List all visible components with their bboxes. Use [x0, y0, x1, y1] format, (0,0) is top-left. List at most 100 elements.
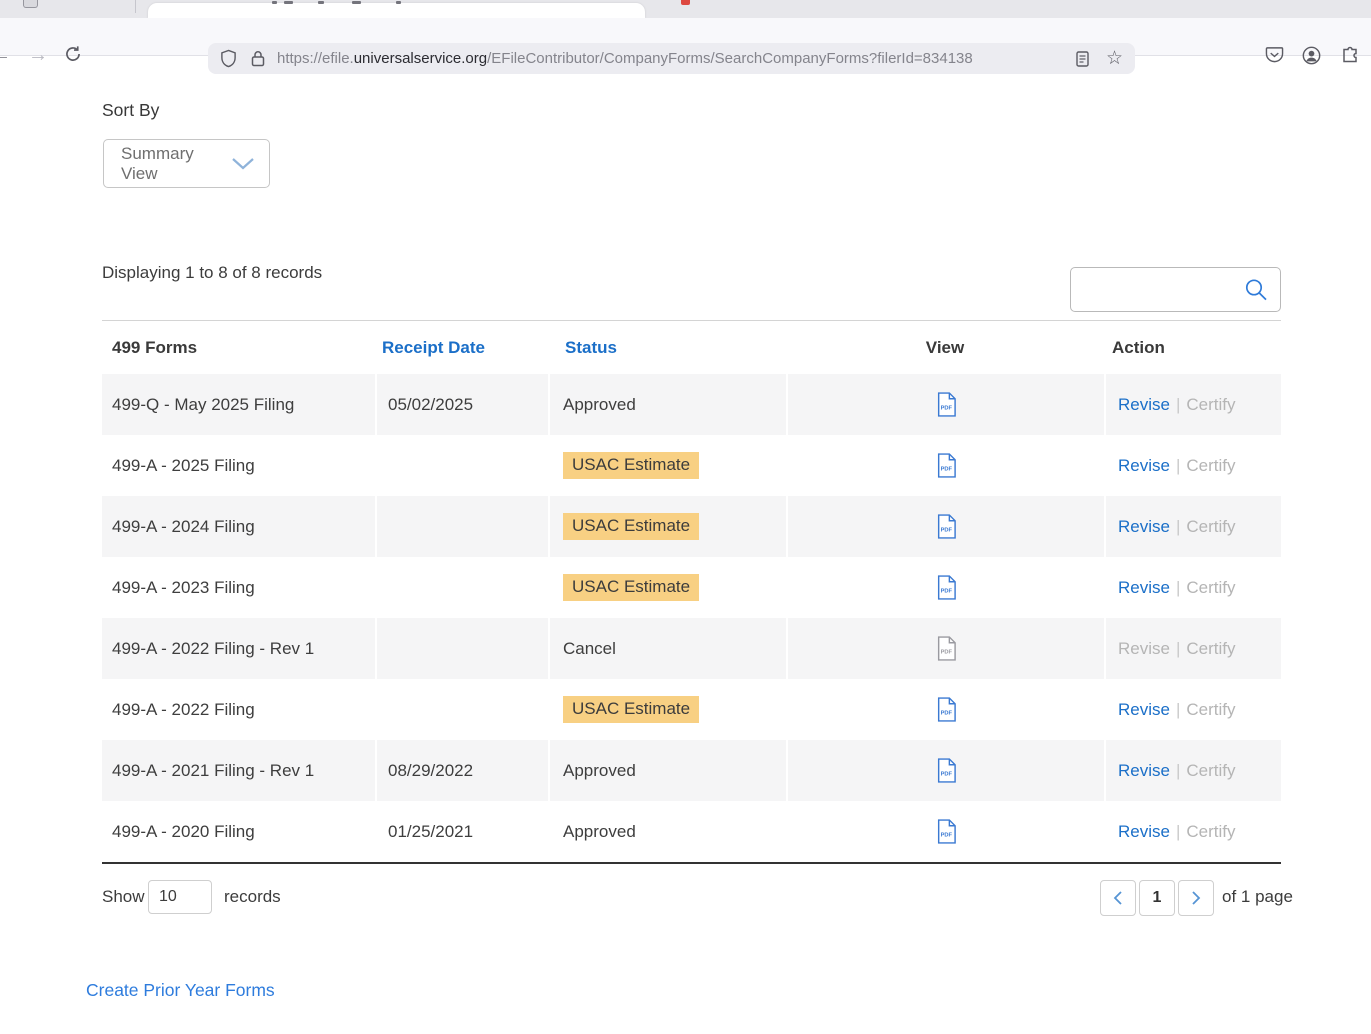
records-label: records — [224, 887, 281, 907]
forward-icon[interactable]: → — [28, 42, 48, 68]
svg-text:PDF: PDF — [940, 588, 952, 594]
svg-text:PDF: PDF — [940, 771, 952, 777]
pdf-icon[interactable]: PDF — [936, 392, 957, 417]
pdf-icon[interactable]: PDF — [936, 453, 957, 478]
tab-title-fragment — [352, 1, 361, 4]
action-separator: | — [1176, 822, 1180, 842]
action-separator: | — [1176, 517, 1180, 537]
reader-mode-icon[interactable] — [1076, 51, 1089, 67]
status-text: Cancel — [563, 639, 616, 659]
pocket-icon[interactable] — [1265, 46, 1284, 64]
header-receipt-date: Receipt Date — [375, 338, 548, 358]
page-number: 1 — [1153, 889, 1162, 907]
revise-link[interactable]: Revise — [1118, 517, 1170, 537]
table-row: 499-A - 2020 Filing 01/25/2021 Approved … — [102, 801, 1281, 862]
form-name: 499-A - 2020 Filing — [102, 801, 375, 862]
certify-link[interactable]: Certify — [1186, 395, 1235, 415]
pdf-icon[interactable]: PDF — [936, 575, 957, 600]
revise-link[interactable]: Revise — [1118, 395, 1170, 415]
receipt-date-sort-link[interactable]: Receipt Date — [382, 338, 485, 358]
certify-link[interactable]: Certify — [1186, 822, 1235, 842]
revise-link[interactable]: Revise — [1118, 761, 1170, 781]
records-per-page-input[interactable] — [148, 880, 212, 914]
action-separator: | — [1176, 700, 1180, 720]
tab-title-fragment — [318, 1, 324, 4]
certify-link-disabled: Certify — [1186, 639, 1235, 659]
chevron-right-icon — [1189, 890, 1203, 906]
search-input[interactable] — [1083, 281, 1242, 299]
status-sort-link[interactable]: Status — [565, 338, 617, 358]
view-mode-value: Summary View — [121, 144, 231, 184]
navigation-toolbar: ← → https://efile.universalservice.org/E… — [0, 18, 1371, 56]
pdf-icon-disabled: PDF — [936, 636, 957, 661]
tab-favicon-fragment — [681, 0, 690, 5]
lock-icon[interactable] — [251, 50, 265, 67]
action-separator: | — [1176, 395, 1180, 415]
account-icon[interactable] — [1302, 46, 1321, 65]
header-status: Status — [548, 338, 786, 358]
certify-link[interactable]: Certify — [1186, 456, 1235, 476]
pdf-icon[interactable]: PDF — [936, 514, 957, 539]
header-view: View — [786, 338, 1104, 358]
url-bar[interactable]: https://efile.universalservice.org/EFile… — [208, 43, 1135, 74]
active-tab[interactable] — [148, 3, 645, 18]
extensions-icon[interactable] — [1341, 46, 1359, 65]
form-name: 499-A - 2022 Filing - Rev 1 — [102, 618, 375, 679]
action-separator: | — [1176, 578, 1180, 598]
table-row: 499-A - 2024 Filing USAC Estimate PDF Re… — [102, 496, 1281, 557]
certify-link[interactable]: Certify — [1186, 517, 1235, 537]
search-box — [1070, 267, 1281, 312]
status-badge: USAC Estimate — [563, 513, 699, 540]
status-text: Approved — [563, 395, 636, 415]
revise-link[interactable]: Revise — [1118, 578, 1170, 598]
tab-title-fragment — [284, 1, 293, 4]
receipt-date: 05/02/2025 — [375, 374, 548, 435]
table-row: 499-A - 2022 Filing USAC Estimate PDF Re… — [102, 679, 1281, 740]
create-prior-year-forms-link[interactable]: Create Prior Year Forms — [86, 980, 275, 1001]
revise-link[interactable]: Revise — [1118, 700, 1170, 720]
form-name: 499-A - 2023 Filing — [102, 557, 375, 618]
show-label: Show — [102, 887, 145, 907]
table-row: 499-A - 2023 Filing USAC Estimate PDF Re… — [102, 557, 1281, 618]
pdf-icon[interactable]: PDF — [936, 697, 957, 722]
receipt-date — [375, 618, 548, 679]
sort-by-label: Sort By — [102, 100, 159, 121]
next-page-button[interactable] — [1178, 880, 1214, 916]
table-header-row: 499 Forms Receipt Date Status View Actio… — [102, 321, 1281, 374]
previous-page-button[interactable] — [1100, 880, 1136, 916]
revise-link[interactable]: Revise — [1118, 456, 1170, 476]
form-name: 499-A - 2025 Filing — [102, 435, 375, 496]
shield-icon[interactable] — [220, 49, 237, 68]
action-separator: | — [1176, 761, 1180, 781]
reload-icon[interactable] — [64, 45, 82, 63]
certify-link[interactable]: Certify — [1186, 761, 1235, 781]
svg-text:PDF: PDF — [940, 405, 952, 411]
certify-link[interactable]: Certify — [1186, 578, 1235, 598]
status-badge: USAC Estimate — [563, 574, 699, 601]
table-row: 499-A - 2022 Filing - Rev 1 Cancel PDF R… — [102, 618, 1281, 679]
receipt-date: 01/25/2021 — [375, 801, 548, 862]
bookmark-star-icon[interactable]: ☆ — [1106, 47, 1123, 70]
table-row: 499-A - 2025 Filing USAC Estimate PDF Re… — [102, 435, 1281, 496]
search-icon[interactable] — [1242, 276, 1270, 304]
page-count-label: of 1 page — [1222, 887, 1293, 907]
url-text: https://efile.universalservice.org/EFile… — [277, 50, 973, 67]
header-499-forms: 499 Forms — [102, 338, 375, 358]
back-icon[interactable]: ← — [0, 42, 11, 68]
sidebar-toggle-icon[interactable] — [23, 0, 38, 8]
svg-text:PDF: PDF — [940, 710, 952, 716]
view-mode-dropdown[interactable]: Summary View — [103, 139, 270, 188]
svg-text:PDF: PDF — [940, 466, 952, 472]
pdf-icon[interactable]: PDF — [936, 819, 957, 844]
header-action: Action — [1104, 338, 1281, 358]
form-name: 499-A - 2022 Filing — [102, 679, 375, 740]
form-name: 499-A - 2021 Filing - Rev 1 — [102, 740, 375, 801]
forms-table: 499 Forms Receipt Date Status View Actio… — [102, 320, 1281, 864]
pdf-icon[interactable]: PDF — [936, 758, 957, 783]
action-separator: | — [1176, 639, 1180, 659]
status-badge: USAC Estimate — [563, 696, 699, 723]
receipt-date — [375, 496, 548, 557]
current-page-box[interactable]: 1 — [1139, 880, 1175, 916]
certify-link[interactable]: Certify — [1186, 700, 1235, 720]
revise-link[interactable]: Revise — [1118, 822, 1170, 842]
